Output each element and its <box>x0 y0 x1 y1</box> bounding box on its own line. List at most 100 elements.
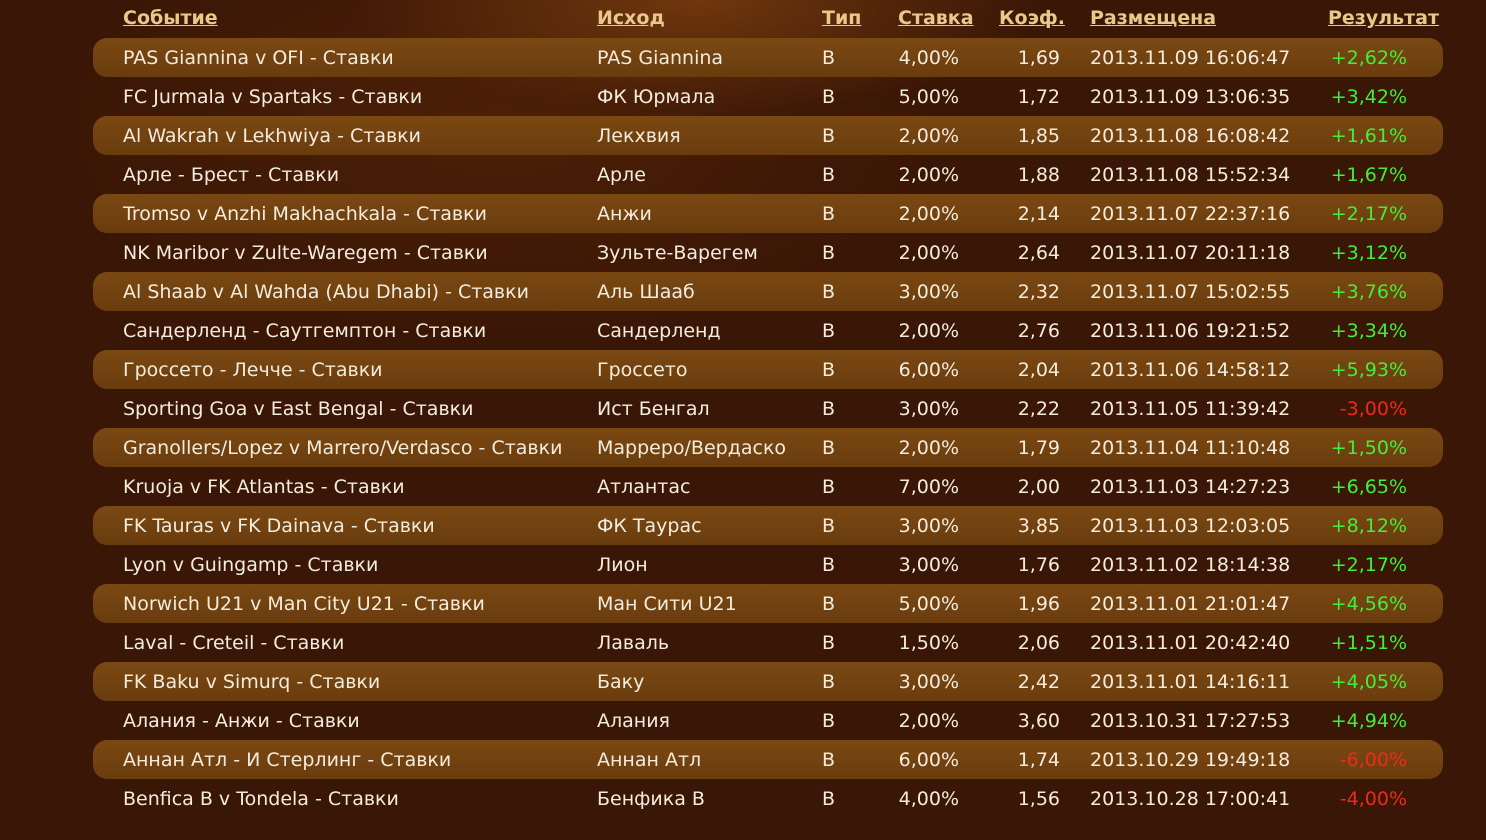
odds-cell: 1,85 <box>1017 125 1060 147</box>
event-link[interactable]: Tromso v Anzhi Makhachkala - Ставки <box>123 203 487 225</box>
odds-cell: 1,96 <box>1017 593 1060 615</box>
outcome-cell: Лион <box>597 554 648 576</box>
placed-cell: 2013.11.03 12:03:05 <box>1090 515 1291 537</box>
placed-cell: 2013.11.03 14:27:23 <box>1090 476 1291 498</box>
odds-cell: 2,00 <box>1017 476 1060 498</box>
type-cell: B <box>822 281 836 303</box>
odds-cell: 1,79 <box>1017 437 1060 459</box>
table-row: Арле - Брест - Ставки Арле B 2,00% 1,88 2013.… <box>93 155 1443 194</box>
placed-cell: 2013.11.07 22:37:16 <box>1090 203 1291 225</box>
odds-cell: 2,14 <box>1017 203 1060 225</box>
result-cell: +2,17% <box>1330 203 1407 225</box>
event-link[interactable]: Granollers/Lopez v Marrero/Verdasco - Ст… <box>123 437 562 459</box>
type-cell: B <box>822 320 836 342</box>
stake-cell: 2,00% <box>898 203 959 225</box>
column-header-event[interactable]: Событие <box>123 7 218 29</box>
type-cell: B <box>822 86 836 108</box>
table-row: Tromso v Anzhi Makhachkala - Ставки Анжи B… <box>93 194 1443 233</box>
outcome-cell: ФК Таурас <box>597 515 702 537</box>
event-link[interactable]: Алания - Анжи - Ставки <box>123 710 360 732</box>
placed-cell: 2013.11.06 19:21:52 <box>1090 320 1291 342</box>
type-cell: B <box>822 476 836 498</box>
table-row: PAS Giannina v OFI - Ставки PAS Giannina B… <box>93 38 1443 77</box>
placed-cell: 2013.11.01 20:42:40 <box>1090 632 1291 654</box>
stake-cell: 4,00% <box>898 788 959 810</box>
odds-cell: 2,32 <box>1017 281 1060 303</box>
stake-cell: 2,00% <box>898 320 959 342</box>
table-header: Событие Исход Тип Ставка Коэф. Размещена… <box>93 0 1443 38</box>
table-row: NK Maribor v Zulte-Waregem - Ставки Зульт… <box>93 233 1443 272</box>
stake-cell: 7,00% <box>898 476 959 498</box>
placed-cell: 2013.11.09 16:06:47 <box>1090 47 1291 69</box>
result-cell: -4,00% <box>1339 788 1407 810</box>
stake-cell: 1,50% <box>898 632 959 654</box>
placed-cell: 2013.11.07 15:02:55 <box>1090 281 1291 303</box>
table-row: FK Baku v Simurq - Ставки Баку B 3,00% 2,42 2… <box>93 662 1443 701</box>
column-header-outcome[interactable]: Исход <box>597 7 665 29</box>
event-link[interactable]: Laval - Creteil - Ставки <box>123 632 344 654</box>
outcome-cell: Баку <box>597 671 645 693</box>
event-link[interactable]: Benfica B v Tondela - Ставки <box>123 788 399 810</box>
outcome-cell: PAS Giannina <box>597 47 724 69</box>
stake-cell: 3,00% <box>898 671 959 693</box>
placed-cell: 2013.11.09 13:06:35 <box>1090 86 1291 108</box>
event-link[interactable]: FC Jurmala v Spartaks - Ставки <box>123 86 422 108</box>
table-row: Lyon v Guingamp - Ставки Лион B 3,00% 1,76 20… <box>93 545 1443 584</box>
result-cell: -6,00% <box>1339 749 1407 771</box>
type-cell: B <box>822 593 836 615</box>
result-cell: +3,76% <box>1330 281 1407 303</box>
type-cell: B <box>822 710 836 732</box>
event-link[interactable]: Al Shaab v Al Wahda (Abu Dhabi) - Ставки <box>123 281 529 303</box>
column-header-stake[interactable]: Ставка <box>898 7 974 29</box>
result-cell: +6,65% <box>1330 476 1407 498</box>
table-row: Kruoja v FK Atlantas - Ставки Атлантас B 7,… <box>93 467 1443 506</box>
column-header-type[interactable]: Тип <box>822 7 861 29</box>
type-cell: B <box>822 554 836 576</box>
result-cell: +1,50% <box>1330 437 1407 459</box>
event-link[interactable]: Sporting Goa v East Bengal - Ставки <box>123 398 473 420</box>
column-header-result[interactable]: Результат <box>1328 7 1439 29</box>
type-cell: B <box>822 242 836 264</box>
stake-cell: 2,00% <box>898 164 959 186</box>
event-link[interactable]: Аннан Атл - И Стерлинг - Ставки <box>123 749 451 771</box>
column-header-placed[interactable]: Размещена <box>1090 7 1216 29</box>
result-cell: +4,94% <box>1330 710 1407 732</box>
stake-cell: 2,00% <box>898 242 959 264</box>
type-cell: B <box>822 437 836 459</box>
result-cell: +1,61% <box>1330 125 1407 147</box>
event-link[interactable]: Norwich U21 v Man City U21 - Ставки <box>123 593 485 615</box>
odds-cell: 2,04 <box>1017 359 1060 381</box>
result-cell: +8,12% <box>1330 515 1407 537</box>
stake-cell: 5,00% <box>898 593 959 615</box>
odds-cell: 2,76 <box>1017 320 1060 342</box>
event-link[interactable]: NK Maribor v Zulte-Waregem - Ставки <box>123 242 488 264</box>
column-header-odds[interactable]: Коэф. <box>999 7 1065 29</box>
type-cell: B <box>822 632 836 654</box>
type-cell: B <box>822 671 836 693</box>
event-link[interactable]: PAS Giannina v OFI - Ставки <box>123 47 394 69</box>
event-link[interactable]: Сандерленд - Саутгемптон - Ставки <box>123 320 486 342</box>
result-cell: +4,05% <box>1330 671 1407 693</box>
table-row: Sporting Goa v East Bengal - Ставки Ист Б… <box>93 389 1443 428</box>
outcome-cell: Бенфика B <box>597 788 705 810</box>
odds-cell: 2,42 <box>1017 671 1060 693</box>
odds-cell: 2,06 <box>1017 632 1060 654</box>
outcome-cell: Сандерленд <box>597 320 721 342</box>
type-cell: B <box>822 164 836 186</box>
table-row: FC Jurmala v Spartaks - Ставки ФК Юрмала B… <box>93 77 1443 116</box>
event-link[interactable]: Lyon v Guingamp - Ставки <box>123 554 378 576</box>
event-link[interactable]: Гроссето - Лечче - Ставки <box>123 359 383 381</box>
outcome-cell: Ман Сити U21 <box>597 593 737 615</box>
outcome-cell: ФК Юрмала <box>597 86 716 108</box>
event-link[interactable]: Kruoja v FK Atlantas - Ставки <box>123 476 405 498</box>
event-link[interactable]: Al Wakrah v Lekhwiya - Ставки <box>123 125 421 147</box>
outcome-cell: Арле <box>597 164 646 186</box>
table-row: FK Tauras v FK Dainava - Ставки ФК Таурас… <box>93 506 1443 545</box>
table-row: Алания - Анжи - Ставки Алания B 2,00% 3,60 20… <box>93 701 1443 740</box>
event-link[interactable]: FK Baku v Simurq - Ставки <box>123 671 380 693</box>
type-cell: B <box>822 359 836 381</box>
event-link[interactable]: Арле - Брест - Ставки <box>123 164 339 186</box>
event-link[interactable]: FK Tauras v FK Dainava - Ставки <box>123 515 435 537</box>
result-cell: +1,51% <box>1330 632 1407 654</box>
table-row: Гроссето - Лечче - Ставки Гроссето B 6,00% 2… <box>93 350 1443 389</box>
